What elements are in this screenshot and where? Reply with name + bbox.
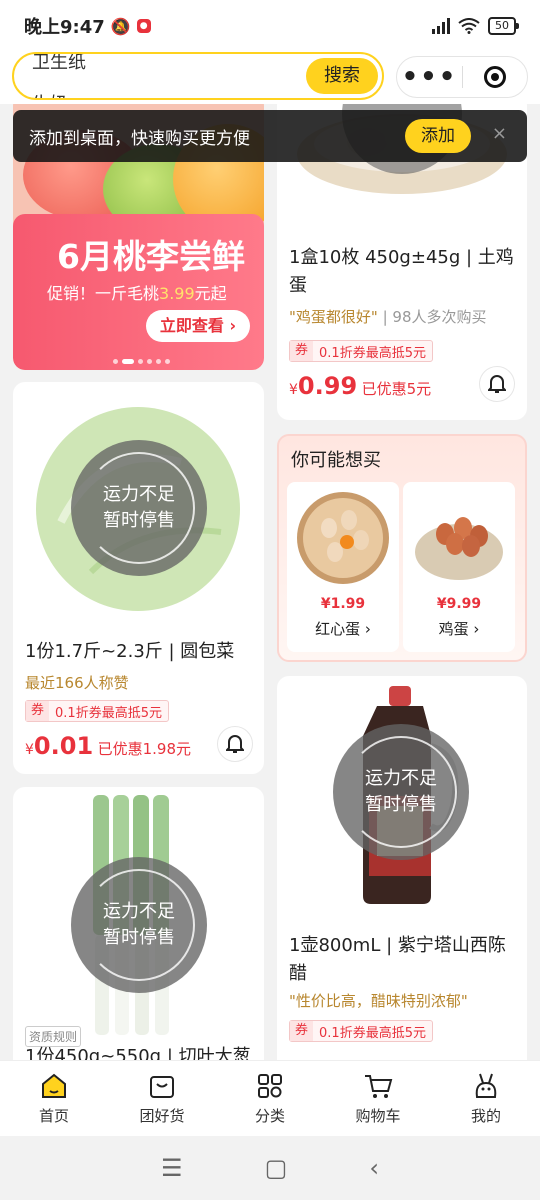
add-to-desktop-button[interactable]: 添加 (405, 119, 471, 153)
close-miniapp-icon[interactable] (463, 66, 527, 88)
product-title: 1份1.7斤~2.3斤 | 圆包菜 (25, 641, 235, 662)
signal-icon (432, 18, 450, 34)
recommend-item[interactable]: ¥1.99 红心蛋 › (287, 482, 399, 652)
product-desc: "鸡蛋都很好" | 98人多次购买 (289, 308, 487, 326)
product-title: 1壶800mL | 紫宁塔山西陈醋 (289, 935, 506, 984)
product-feed[interactable]: 6月桃李尝鲜 促销！一斤毛桃3.99元起 立即查看 › 1盒10枚 450g±4… (0, 104, 540, 1060)
profile-icon (475, 1073, 497, 1098)
tab-label: 分类 (254, 1107, 285, 1125)
egg-basket-image (415, 517, 503, 580)
more-icon[interactable]: ••• (397, 64, 462, 90)
bag-icon (150, 1076, 174, 1098)
coupon-badge: 券 0.1折券最高抵5元 (289, 1020, 433, 1042)
promo-title: 6月桃李尝鲜 (57, 237, 245, 276)
product-title: 1盒10枚 450g±45g | 土鸡蛋 (289, 247, 514, 296)
close-icon[interactable]: × (492, 123, 507, 144)
carousel-dots (113, 359, 170, 364)
add-to-desktop-toast: 添加到桌面，快速购买更方便 添加 × (13, 110, 527, 162)
promo-panel: 6月桃李尝鲜 促销！一斤毛桃3.99元起 立即查看 › (13, 214, 264, 370)
system-nav-bar: ☰ ▢ ‹ (0, 1136, 540, 1200)
search-button[interactable]: 搜索 (306, 58, 378, 94)
tab-label: 购物车 (355, 1107, 401, 1125)
status-time: 晚上9:47 (24, 17, 105, 38)
back-icon[interactable]: ‹ (369, 1154, 379, 1182)
recommend-price: ¥1.99 (320, 596, 366, 612)
tab-profile[interactable]: 我的 (432, 1061, 540, 1136)
recommend-item[interactable]: ¥9.99 鸡蛋 › (403, 482, 515, 652)
product-desc: "性价比高，醋味特别浓郁" (289, 992, 468, 1010)
app-notification-icon: ● (136, 19, 151, 33)
tab-group-buy[interactable]: 团好货 (108, 1061, 216, 1136)
recommend-name[interactable]: 红心蛋 › (287, 618, 399, 639)
tab-label: 我的 (470, 1107, 501, 1125)
coupon-badge: 券 0.1折券最高抵5元 (289, 340, 433, 362)
cart-icon (365, 1075, 393, 1098)
promo-subtitle: 促销！一斤毛桃3.99元起 (47, 284, 227, 303)
bell-icon[interactable] (479, 366, 515, 402)
sold-out-overlay: 运力不足 暂时停售 (71, 440, 207, 576)
battery-icon: 50 (488, 17, 519, 35)
tab-cart[interactable]: 购物车 (324, 1061, 432, 1136)
grid-icon (258, 1074, 282, 1098)
menu-icon[interactable]: ☰ (161, 1154, 183, 1182)
search-box[interactable]: 卫生纸 牛奶 搜索 (12, 52, 384, 100)
mute-icon: 🔕 (110, 16, 131, 36)
recommend-name[interactable]: 鸡蛋 › (403, 618, 515, 639)
recommend-price: ¥9.99 (436, 596, 482, 612)
view-now-button[interactable]: 立即查看 › (146, 310, 250, 342)
bottom-tab-bar: 首页 团好货 分类 购物车 我的 (0, 1060, 540, 1136)
home-icon (42, 1073, 66, 1098)
home-button-icon[interactable]: ▢ (265, 1154, 288, 1182)
red-yolk-egg-image (297, 492, 389, 584)
bell-icon[interactable] (217, 726, 253, 762)
product-card-cabbage[interactable]: 运力不足 暂时停售 1份1.7斤~2.3斤 | 圆包菜 最近166人称赞 券 0.… (13, 382, 264, 774)
product-title: 1份450g~550g | 切叶大葱 (25, 1046, 251, 1060)
recommend-heading: 你可能想买 (291, 450, 381, 471)
recommend-card: 你可能想买 ¥1.99 红心蛋 › ¥9.99 鸡蛋 › (277, 434, 527, 662)
product-price: ¥0.99 已优惠5元 (289, 372, 432, 400)
tab-category[interactable]: 分类 (216, 1061, 324, 1136)
search-query[interactable]: 卫生纸 (32, 54, 86, 74)
wifi-icon (458, 18, 480, 34)
toast-message: 添加到桌面，快速购买更方便 (29, 128, 250, 149)
search-query-next[interactable]: 牛奶 (32, 90, 68, 98)
product-price: ¥0.01 已优惠1.98元 (25, 732, 191, 760)
product-card-onion[interactable]: 运力不足 暂时停售 资质规则 1份450g~550g | 切叶大葱 (13, 787, 264, 1060)
tab-label: 首页 (38, 1107, 69, 1125)
status-bar: 晚上9:47 🔕 ● 50 (0, 0, 540, 52)
sold-out-overlay: 运力不足 暂时停售 (71, 857, 207, 993)
miniapp-capsule: ••• (396, 56, 528, 98)
coupon-badge: 券 0.1折券最高抵5元 (25, 700, 169, 722)
product-card-vinegar[interactable]: 运力不足 暂时停售 1壶800mL | 紫宁塔山西陈醋 "性价比高，醋味特别浓郁… (277, 676, 527, 1060)
tab-home[interactable]: 首页 (0, 1061, 108, 1136)
sold-out-overlay: 运力不足 暂时停售 (333, 724, 469, 860)
product-desc: 最近166人称赞 (25, 674, 129, 692)
tab-label: 团好货 (139, 1107, 185, 1125)
top-bar: 卫生纸 牛奶 搜索 ••• (0, 52, 540, 104)
